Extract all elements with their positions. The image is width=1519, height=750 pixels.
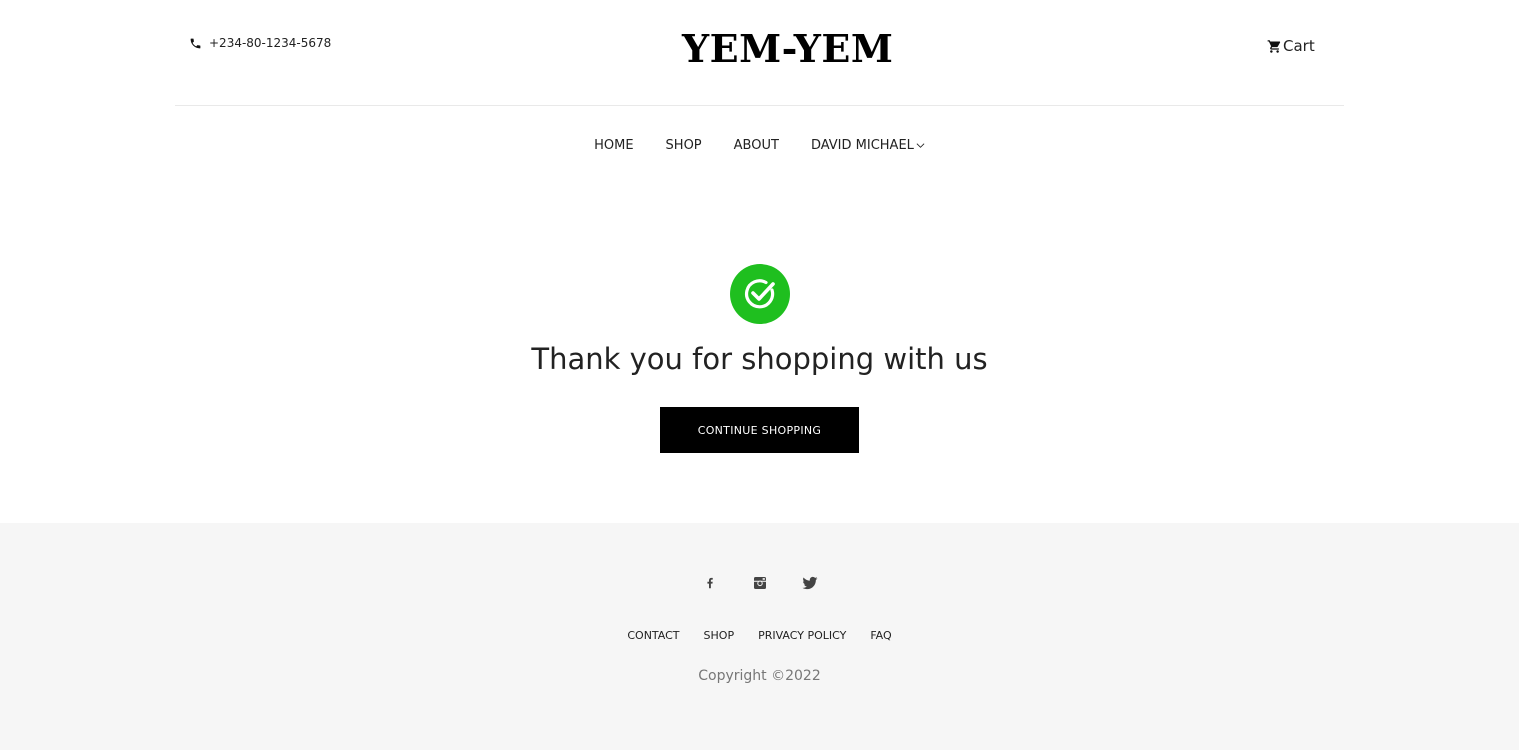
twitter-icon	[801, 576, 817, 590]
nav-item-shop[interactable]: SHOP	[666, 138, 702, 153]
phone-number: +234-80-1234-5678	[209, 36, 332, 50]
phone-icon	[190, 38, 201, 48]
site-header: +234-80-1234-5678 YEM-YEM Cart	[175, 0, 1344, 106]
chevron-down-icon	[916, 143, 925, 148]
site-logo[interactable]: YEM-YEM	[682, 26, 893, 71]
continue-shopping-button[interactable]: CONTINUE SHOPPING	[660, 407, 859, 453]
cart-label: Cart	[1283, 37, 1315, 55]
social-links	[0, 573, 1519, 593]
footer-link-contact[interactable]: CONTACT	[627, 629, 679, 642]
user-menu-label: DAVID MICHAEL	[810, 138, 914, 153]
nav-item-about[interactable]: ABOUT	[734, 138, 779, 153]
cart-link[interactable]: Cart	[1267, 37, 1315, 55]
footer-link-faq[interactable]: FAQ	[870, 629, 891, 642]
facebook-link[interactable]	[700, 573, 720, 593]
user-menu[interactable]: DAVID MICHAEL	[811, 138, 925, 153]
instagram-icon	[753, 577, 766, 589]
check-circle-icon	[744, 279, 775, 309]
cart-icon	[1267, 39, 1281, 53]
phone-contact[interactable]: +234-80-1234-5678	[189, 36, 331, 50]
nav-item-home[interactable]: HOME	[594, 138, 633, 153]
success-badge	[730, 264, 790, 324]
thank-you-message: Thank you for shopping with us	[531, 342, 988, 376]
instagram-link[interactable]	[750, 573, 770, 593]
main-nav: HOME SHOP ABOUT DAVID MICHAEL	[0, 138, 1519, 153]
footer-link-shop[interactable]: SHOP	[704, 629, 735, 642]
footer-link-privacy-policy[interactable]: PRIVACY POLICY	[758, 629, 846, 642]
copyright-text: Copyright ©2022	[698, 668, 821, 684]
twitter-link[interactable]	[800, 573, 820, 593]
facebook-icon	[706, 577, 713, 589]
site-footer: CONTACT SHOP PRIVACY POLICY FAQ Copyrigh…	[0, 523, 1519, 750]
footer-links: CONTACT SHOP PRIVACY POLICY FAQ	[0, 629, 1519, 642]
